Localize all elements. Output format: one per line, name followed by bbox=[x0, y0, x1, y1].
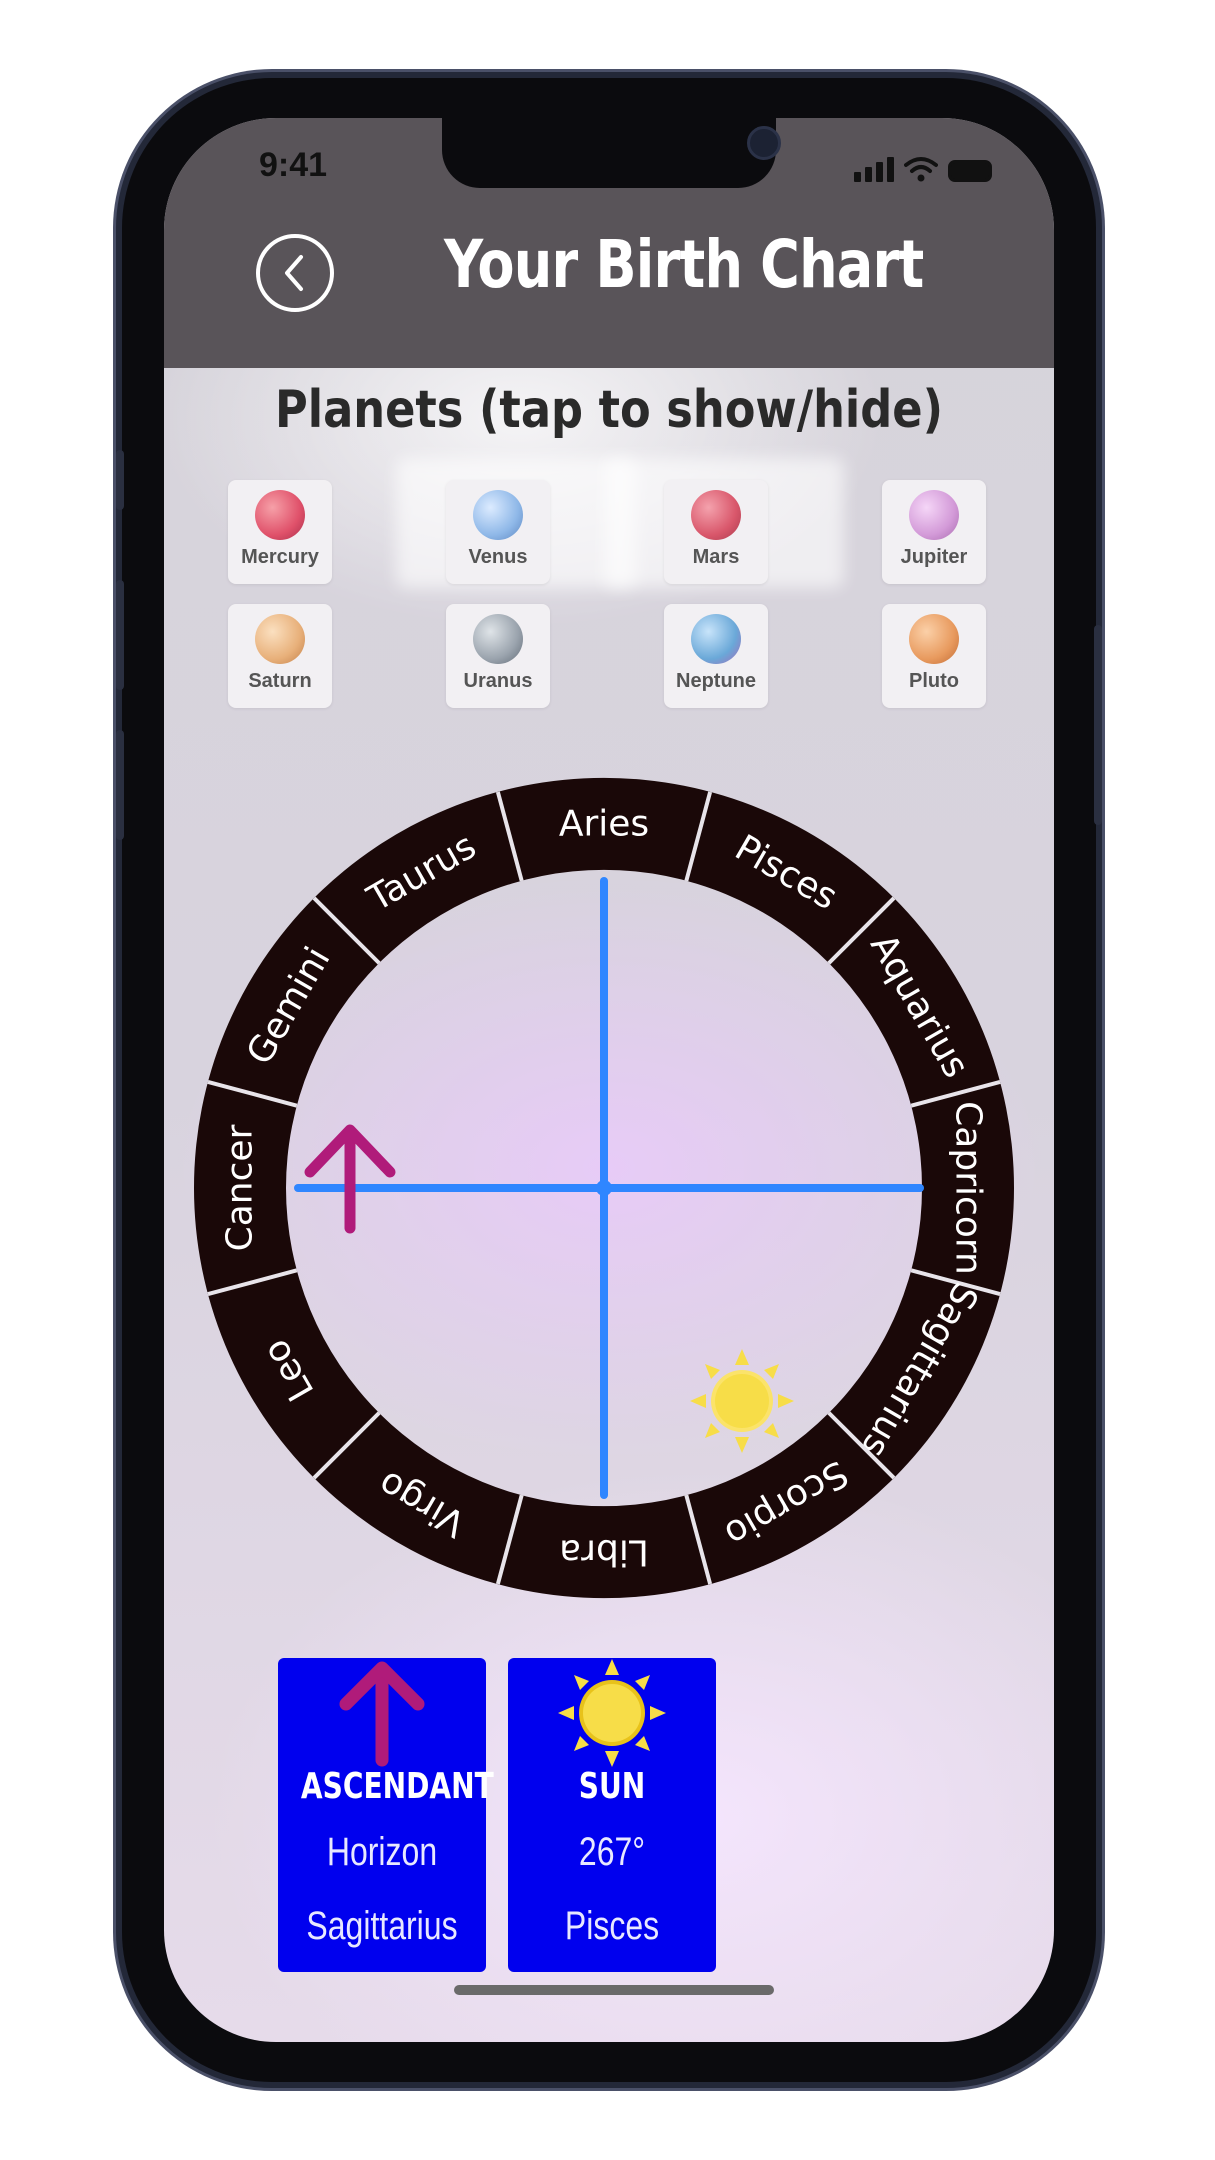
home-indicator[interactable] bbox=[454, 1985, 774, 1995]
zodiac-sign-libra: Libra bbox=[559, 1532, 649, 1573]
zodiac-sign-aries: Aries bbox=[559, 804, 649, 845]
zodiac-sign-capricorn: Capricorn bbox=[948, 1101, 989, 1275]
card-line-2: Pisces bbox=[564, 1904, 660, 1948]
card-label: SUN bbox=[578, 1766, 646, 1807]
chart-center bbox=[596, 1180, 612, 1196]
side-button bbox=[116, 450, 124, 510]
volume-up-button bbox=[116, 580, 124, 690]
sun-card[interactable]: SUN 267° Pisces bbox=[508, 1658, 716, 1972]
sun-icon bbox=[558, 1659, 666, 1767]
power-button bbox=[1094, 625, 1102, 825]
app-screen: 9:41 Your Birth Chart Planets (tap to sh… bbox=[164, 118, 1054, 2042]
volume-down-button bbox=[116, 730, 124, 840]
sun-icon bbox=[690, 1349, 794, 1453]
card-line-2: Sagittarius bbox=[306, 1904, 458, 1948]
ascendant-marker bbox=[304, 1124, 396, 1234]
up-arrow-icon bbox=[339, 1661, 425, 1767]
card-label: ASCENDANT bbox=[300, 1766, 494, 1807]
card-line-1: 267° bbox=[578, 1830, 646, 1874]
card-line-1: Horizon bbox=[326, 1830, 438, 1874]
zodiac-sign-cancer: Cancer bbox=[220, 1124, 261, 1251]
ascendant-card[interactable]: ASCENDANT Horizon Sagittarius bbox=[278, 1658, 494, 1972]
